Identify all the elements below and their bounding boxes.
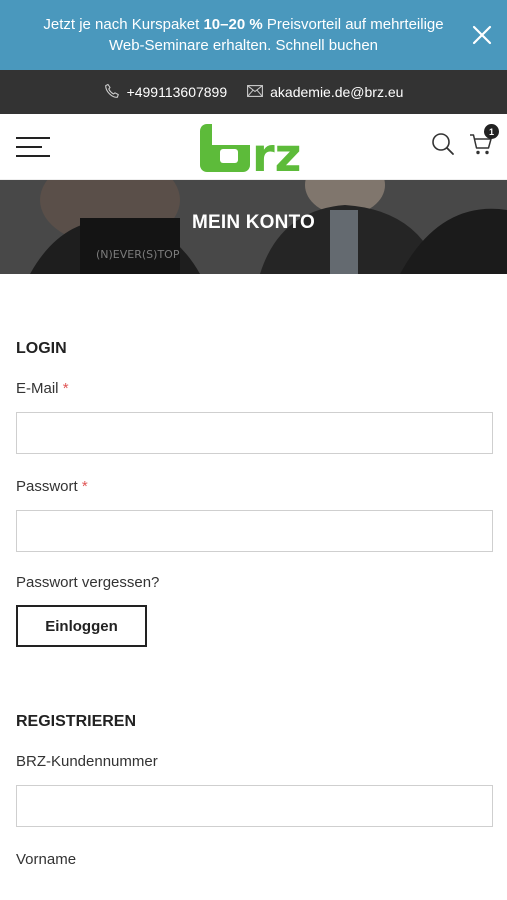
- firstname-label: Vorname: [16, 851, 77, 868]
- login-heading: LOGIN: [16, 340, 67, 357]
- site-header: rz 1: [0, 114, 507, 182]
- required-mark: *: [62, 380, 69, 397]
- email-label-text: E-Mail: [16, 380, 59, 397]
- menu-icon[interactable]: [16, 136, 50, 157]
- cart-count-badge: 1: [484, 124, 499, 139]
- required-mark: *: [81, 478, 88, 495]
- password-label: Passwort *: [16, 478, 493, 495]
- contact-phone[interactable]: +499113607899: [104, 83, 228, 102]
- customer-number-label: BRZ-Kundennummer: [16, 753, 158, 770]
- password-field[interactable]: [16, 510, 493, 552]
- svg-text:rz: rz: [252, 128, 301, 174]
- contact-email[interactable]: akademie.de@brz.eu: [247, 84, 403, 100]
- phone-icon: [104, 83, 120, 102]
- promo-discount: 10–20 %: [203, 16, 263, 33]
- email-field[interactable]: [16, 412, 493, 454]
- page-title: MEIN KONTO: [191, 212, 316, 233]
- email-address: akademie.de@brz.eu: [270, 84, 404, 100]
- contact-bar: +499113607899 akademie.de@brz.eu: [0, 70, 507, 114]
- forgot-password-link[interactable]: Passwort vergessen?: [16, 574, 493, 591]
- brz-logo[interactable]: rz: [199, 122, 308, 182]
- mail-icon: [247, 84, 264, 100]
- close-icon[interactable]: [471, 24, 493, 46]
- customer-number-field[interactable]: [16, 785, 493, 827]
- phone-number: +499113607899: [126, 84, 228, 100]
- page-hero: (N)EVER(S)TOP MEIN KONTO: [0, 180, 507, 274]
- cart-button[interactable]: 1: [469, 124, 499, 161]
- cart-icon: [469, 134, 493, 160]
- header-icons: 1: [431, 124, 499, 161]
- login-button[interactable]: Einloggen: [16, 605, 147, 647]
- search-icon[interactable]: [431, 132, 455, 161]
- register-heading: REGISTRIEREN: [16, 713, 137, 730]
- promo-text[interactable]: Jetzt je nach Kurspaket 10–20 % Preisvor…: [39, 14, 449, 56]
- promo-bar: Jetzt je nach Kurspaket 10–20 % Preisvor…: [0, 0, 507, 70]
- password-label-text: Passwort: [16, 478, 78, 495]
- account-content: LOGIN E-Mail * Passwort * Passwort verge…: [0, 340, 507, 868]
- email-label: E-Mail *: [16, 380, 493, 397]
- promo-text-start: Jetzt je nach Kurspaket: [43, 16, 204, 33]
